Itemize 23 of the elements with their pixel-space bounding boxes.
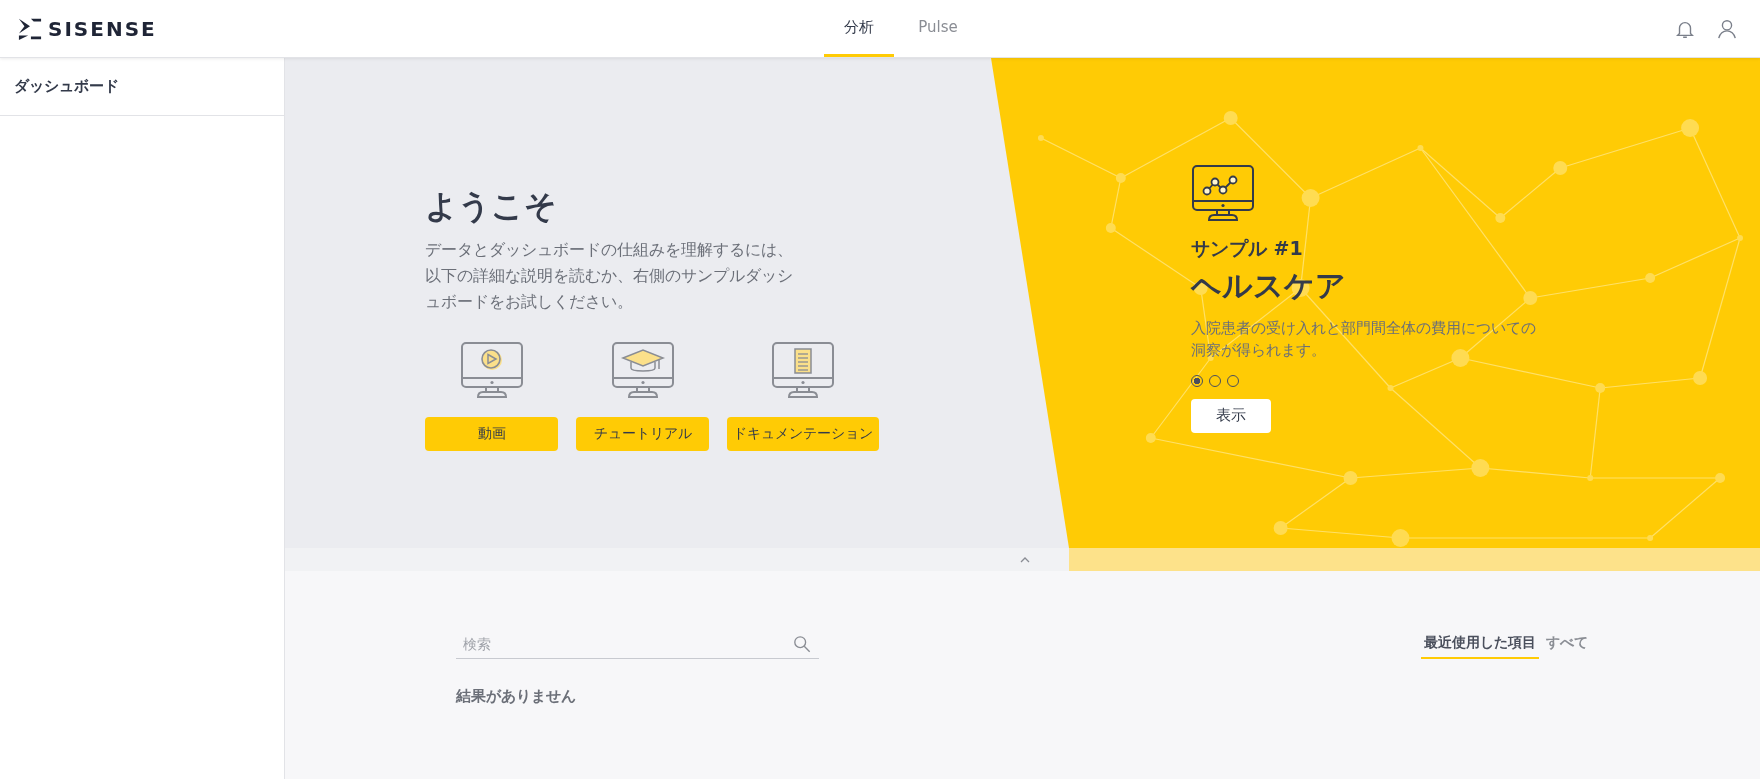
video-monitor-icon [459,341,524,399]
filter-tab[interactable]: 最近使用した項目 [1421,629,1539,659]
document-monitor-icon [771,341,835,399]
chart-monitor-icon [1191,163,1255,222]
carousel-dot[interactable] [1191,374,1203,387]
empty-message: 結果がありません [456,687,577,706]
resource-button[interactable]: チュートリアル [576,417,709,451]
logo-text: SISENSE [48,16,157,41]
view-button[interactable]: 表示 [1191,398,1271,433]
sample-title: ヘルスケア [1191,266,1346,305]
search-field[interactable]: 検索 [456,629,819,659]
resource-button[interactable]: 動画 [425,417,558,451]
sidebar-item[interactable]: ダッシュボード [0,58,284,116]
welcome-title: ようこそ [425,186,558,227]
search-icon [793,635,811,653]
collapse-chevron-icon[interactable] [1019,555,1031,564]
sample-description: 入院患者の受け入れと部門間全体の費用についての洞察が得られます。 [1191,317,1537,361]
user-icon[interactable] [1716,17,1738,40]
logo-icon [18,16,42,41]
graduation-cap-monitor-icon [610,341,675,399]
sample-number: サンプル #1 [1191,235,1303,261]
welcome-description: データとダッシュボードの仕組みを理解するには、以下の詳細な説明を読むか、右側のサンプルダッシュボードをお試しください。 [425,239,794,313]
resource-button[interactable]: ドキュメンテーション [727,417,879,451]
